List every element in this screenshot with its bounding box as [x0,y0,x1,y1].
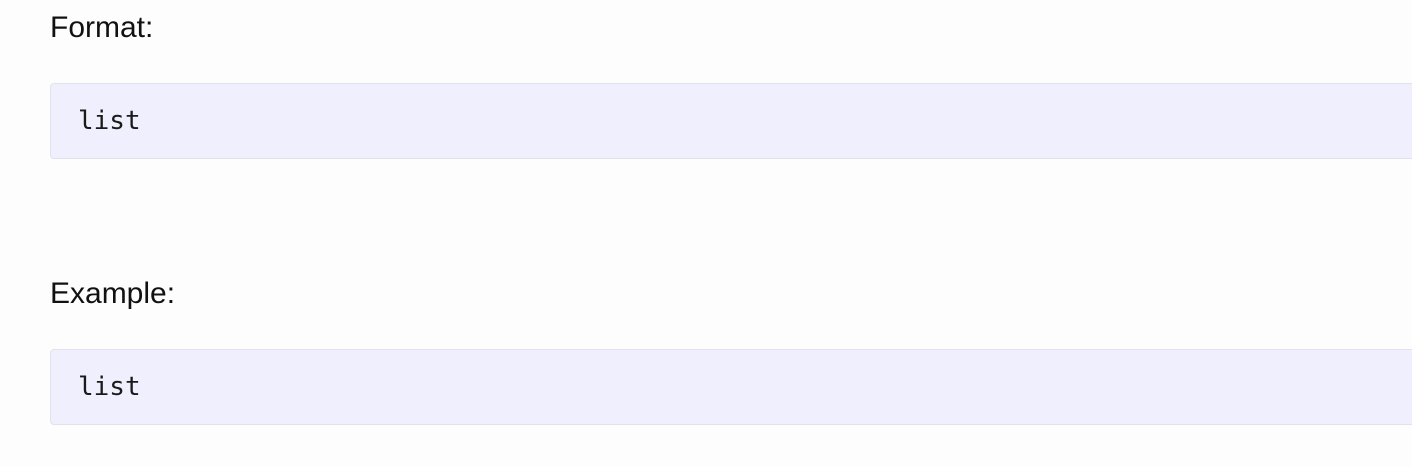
example-heading: Example: [50,277,176,310]
format-code-block: list [50,83,1412,159]
format-code-text: list [78,106,141,136]
format-heading: Format: [50,11,154,44]
example-code-block: list [50,349,1412,425]
example-code-text: list [78,372,141,402]
